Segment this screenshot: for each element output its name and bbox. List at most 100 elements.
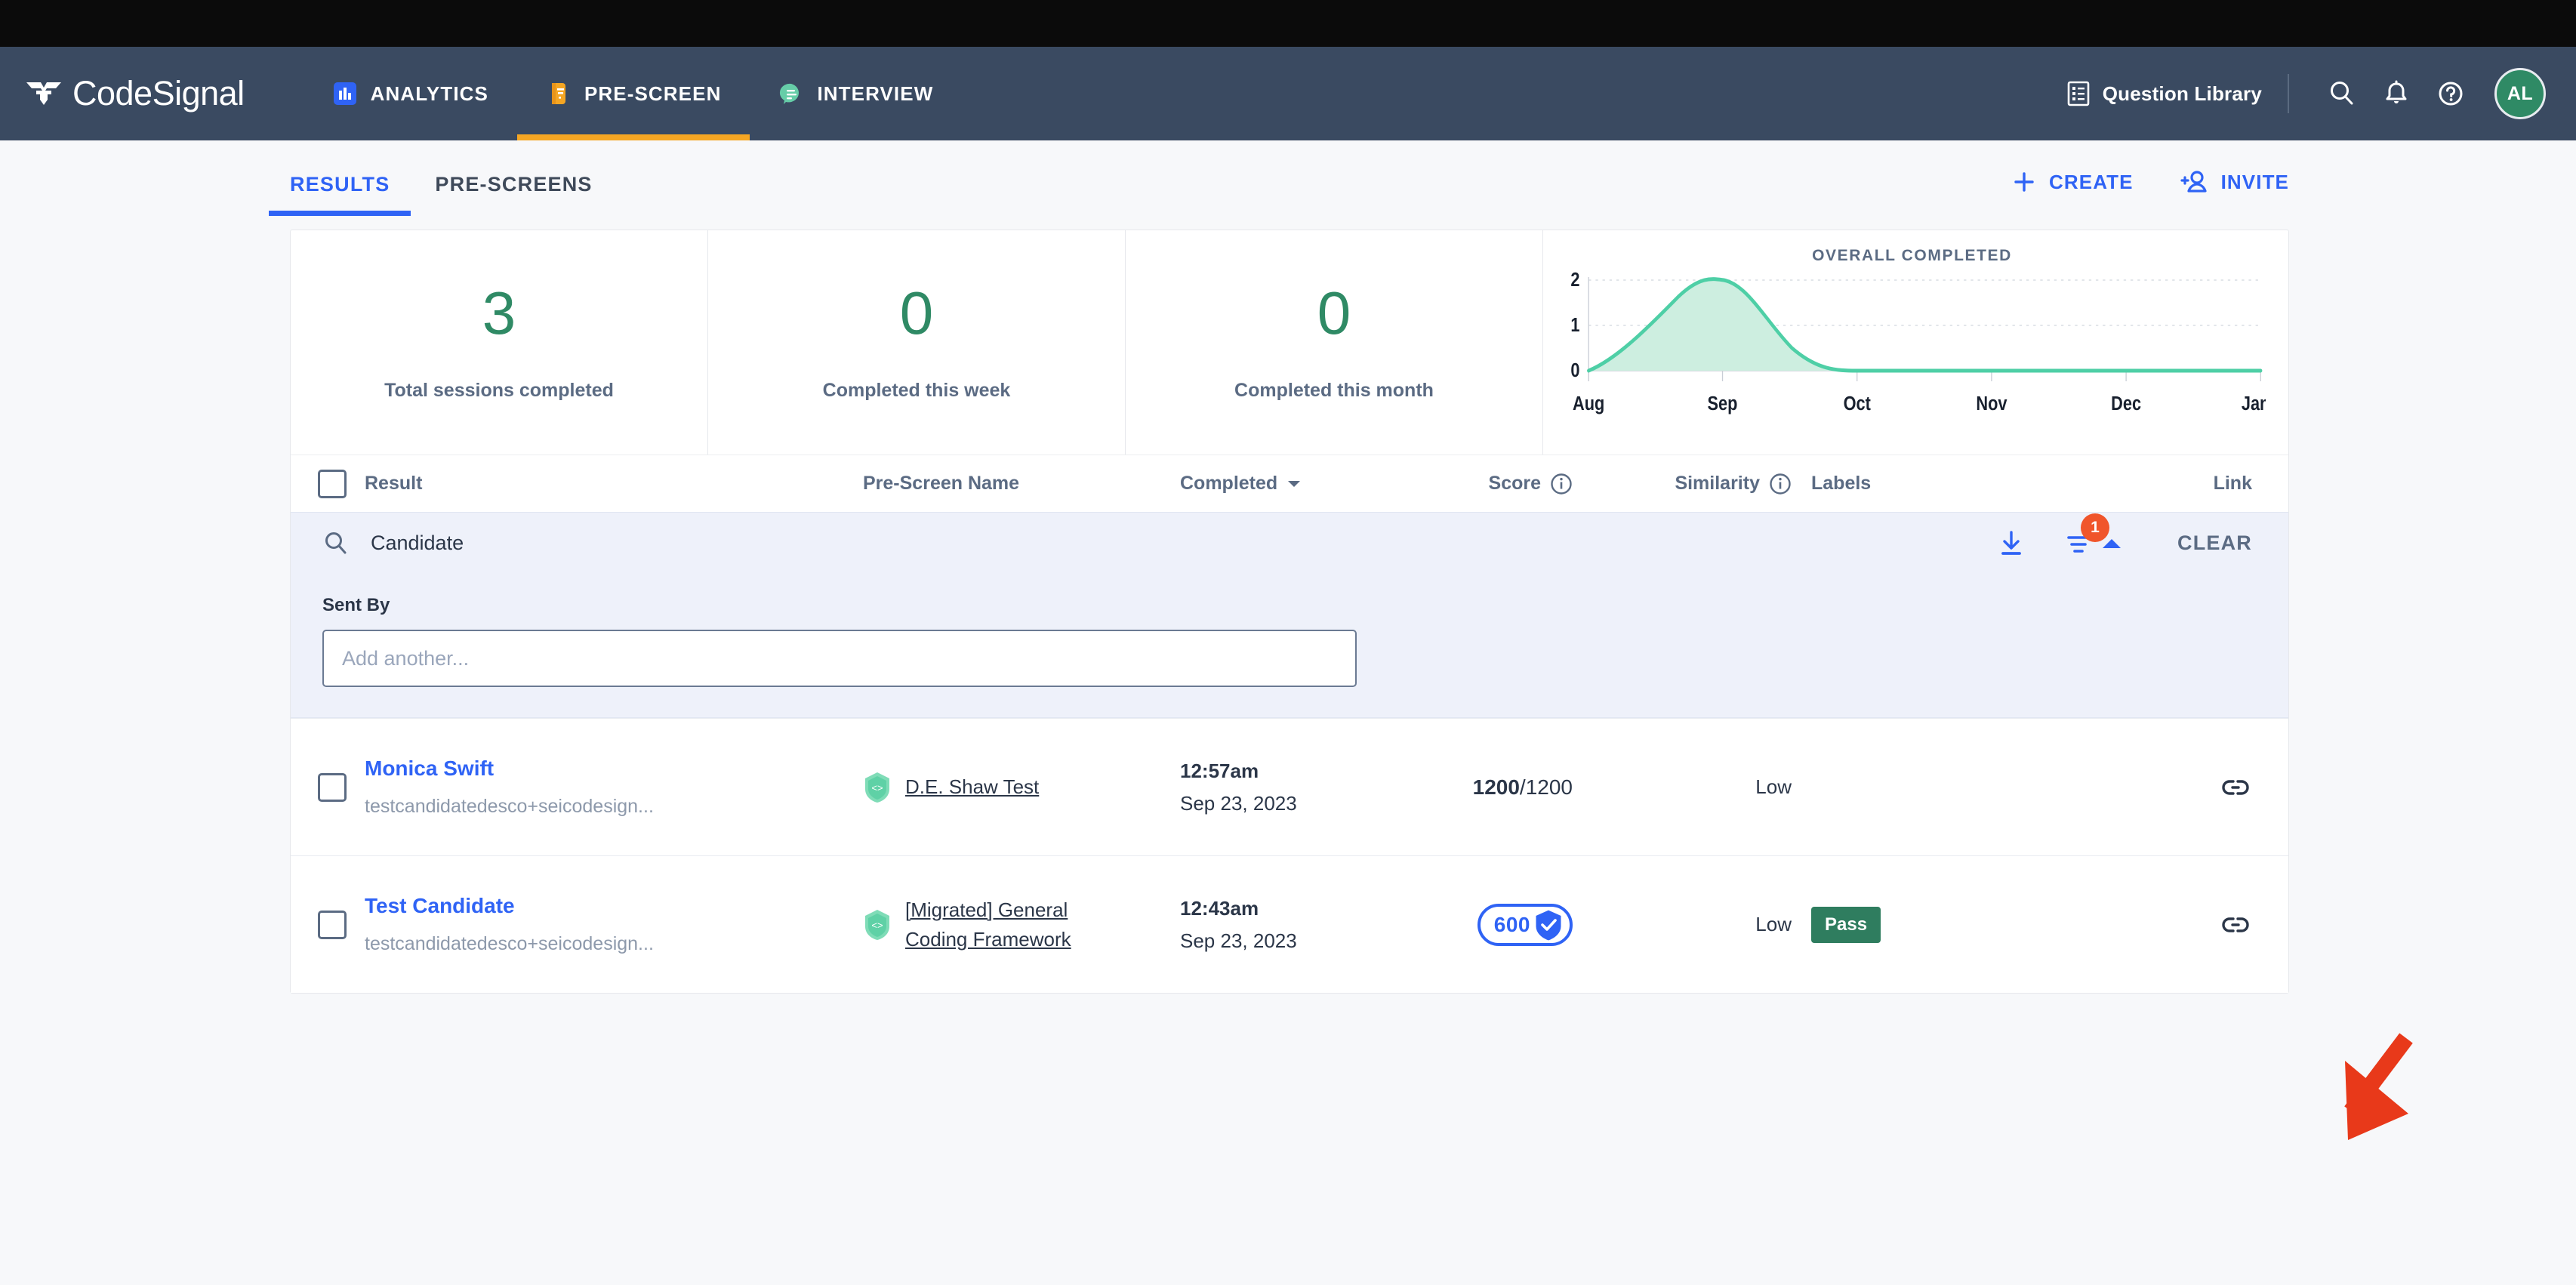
prescreen-document-icon [551, 83, 565, 104]
bell-icon[interactable] [2369, 66, 2423, 121]
table-row[interactable]: Test Candidate testcandidatedesco+seicod… [291, 855, 2288, 993]
candidate-email: testcandidatedesco+seicodesign... [365, 796, 654, 817]
candidate-cell: Test Candidate testcandidatedesco+seicod… [365, 894, 863, 955]
candidate-cell: Monica Swift testcandidatedesco+seicodes… [365, 757, 863, 818]
nav-item-analytics[interactable]: ANALYTICS [304, 47, 517, 140]
codesignal-mark-icon [26, 82, 61, 105]
nav-item-prescreen[interactable]: PRE-SCREEN [516, 47, 750, 140]
select-all-cell [318, 469, 365, 498]
analytics-bar-chart-icon [333, 82, 356, 105]
similarity-value: Low [1755, 775, 1792, 798]
completed-time: 12:43am [1180, 896, 1259, 920]
stat-label: Completed this month [1234, 380, 1434, 401]
similarity-value: Low [1755, 913, 1792, 935]
invite-button[interactable]: INVITE [2177, 169, 2289, 195]
column-header-result: Result [365, 473, 423, 494]
x-tick-nov: Nov [1976, 393, 2007, 414]
stat-total-sessions: 3 Total sessions completed [291, 230, 708, 455]
column-header-completed-label: Completed [1180, 473, 1278, 494]
filter-count-badge: 1 [2081, 513, 2109, 542]
nav-item-label: INTERVIEW [817, 82, 934, 105]
search-input[interactable]: Candidate [371, 532, 464, 555]
interview-chat-bubble-icon [780, 83, 800, 104]
download-button[interactable] [1996, 528, 2026, 559]
summary-strip: 3 Total sessions completed 0 Completed t… [291, 230, 2288, 455]
chart-plot-area: 2 1 0 Aug Sep Oct Nov Dec Jan [1558, 270, 2266, 421]
search-icon[interactable] [2315, 66, 2369, 121]
create-button[interactable]: CREATE [2011, 169, 2134, 195]
primary-nav: ANALYTICS PRE-SCREEN INTERVIEW [304, 47, 963, 140]
overall-completed-chart: OVERALL COMPLETED 2 1 0 Aug Sep Oct Nov … [1543, 230, 2288, 455]
score-max: /1200 [1519, 775, 1573, 799]
codesignal-logo[interactable]: CodeSignal [26, 74, 245, 113]
row-checkbox[interactable] [318, 772, 347, 802]
invite-label: INVITE [2220, 170, 2289, 193]
similarity-cell: Low [1573, 913, 1792, 936]
chart-svg: 2 1 0 Aug Sep Oct Nov Dec Jan [1570, 270, 2266, 415]
tabs-row: RESULTS PRE-SCREENS CREATE INVITE [0, 140, 2576, 223]
navbar-right-group: Question Library AL [2066, 47, 2546, 140]
link-icon[interactable] [2219, 771, 2252, 804]
table-row[interactable]: Monica Swift testcandidatedesco+seicodes… [291, 718, 2288, 855]
stat-value: 3 [482, 279, 516, 347]
link-cell [1965, 908, 2288, 941]
navbar-divider [2288, 74, 2289, 113]
x-tick-sep: Sep [1708, 393, 1738, 414]
column-header-link: Link [2213, 473, 2252, 494]
stat-value: 0 [899, 279, 934, 347]
filter-button[interactable]: 1 [2064, 513, 2125, 559]
prescreen-name-link[interactable]: [Migrated] General Coding Framework [905, 895, 1094, 954]
link-icon[interactable] [2219, 908, 2252, 941]
nav-item-interview[interactable]: INTERVIEW [750, 47, 962, 140]
help-icon[interactable] [2423, 66, 2478, 121]
verified-shield-icon [1533, 907, 1564, 943]
completed-date: Sep 23, 2023 [1180, 791, 1297, 815]
row-select-cell [318, 772, 365, 802]
column-header-score: Score [1354, 473, 1573, 495]
stat-completed-month: 0 Completed this month [1126, 230, 1543, 455]
sent-by-filter-panel: Sent By [291, 574, 2288, 718]
sent-by-input[interactable] [322, 630, 1357, 687]
tab-results[interactable]: RESULTS [268, 149, 411, 216]
column-header-similarity: Similarity [1573, 473, 1792, 495]
create-label: CREATE [2049, 170, 2134, 193]
labels-cell: Pass [1792, 906, 1965, 943]
score-badge: 600 [1477, 903, 1573, 946]
stat-label: Total sessions completed [384, 380, 614, 401]
column-header-score-label: Score [1488, 473, 1541, 494]
prescreen-cell: <> D.E. Shaw Test [863, 771, 1180, 804]
plus-icon [2014, 172, 2034, 192]
candidate-name-link[interactable]: Monica Swift [365, 757, 863, 781]
x-tick-dec: Dec [2111, 393, 2141, 414]
filter-actions: 1 CLEAR [1996, 513, 2252, 559]
score-number: 600 [1493, 912, 1530, 936]
download-icon [2001, 530, 2021, 555]
prescreen-cell: <> [Migrated] General Coding Framework [863, 895, 1180, 954]
clear-button[interactable]: CLEAR [2177, 532, 2252, 555]
avatar[interactable]: AL [2494, 68, 2546, 119]
info-icon[interactable] [1769, 473, 1792, 495]
select-all-checkbox[interactable] [318, 469, 347, 498]
info-icon[interactable] [1550, 473, 1573, 495]
candidate-name-link[interactable]: Test Candidate [365, 894, 863, 918]
prescreen-name-link[interactable]: D.E. Shaw Test [905, 772, 1039, 802]
chevron-down-icon [1288, 480, 1301, 487]
codesignal-wordmark: CodeSignal [72, 74, 245, 112]
column-header-similarity-label: Similarity [1675, 473, 1760, 494]
score-number: 1200 [1472, 775, 1520, 799]
candidate-email: testcandidatedesco+seicodesign... [365, 933, 654, 954]
browser-top-bar [0, 0, 2576, 47]
search-group[interactable]: Candidate [322, 530, 464, 557]
y-tick-1: 1 [1570, 314, 1579, 336]
svg-text:<>: <> [871, 920, 883, 931]
tabs-actions: CREATE INVITE [2011, 169, 2289, 195]
stat-completed-week: 0 Completed this week [708, 230, 1126, 455]
tab-prescreens[interactable]: PRE-SCREENS [435, 149, 592, 216]
page-body: RESULTS PRE-SCREENS CREATE INVITE 3 Tota… [0, 140, 2576, 1285]
nav-item-label: PRE-SCREEN [584, 82, 722, 105]
column-header-completed[interactable]: Completed [1180, 473, 1354, 495]
question-library-button[interactable]: Question Library [2066, 81, 2288, 106]
row-checkbox[interactable] [318, 910, 347, 939]
person-add-icon [2180, 171, 2207, 193]
table-header-row: Result Pre-Screen Name Completed Score S… [291, 455, 2288, 512]
